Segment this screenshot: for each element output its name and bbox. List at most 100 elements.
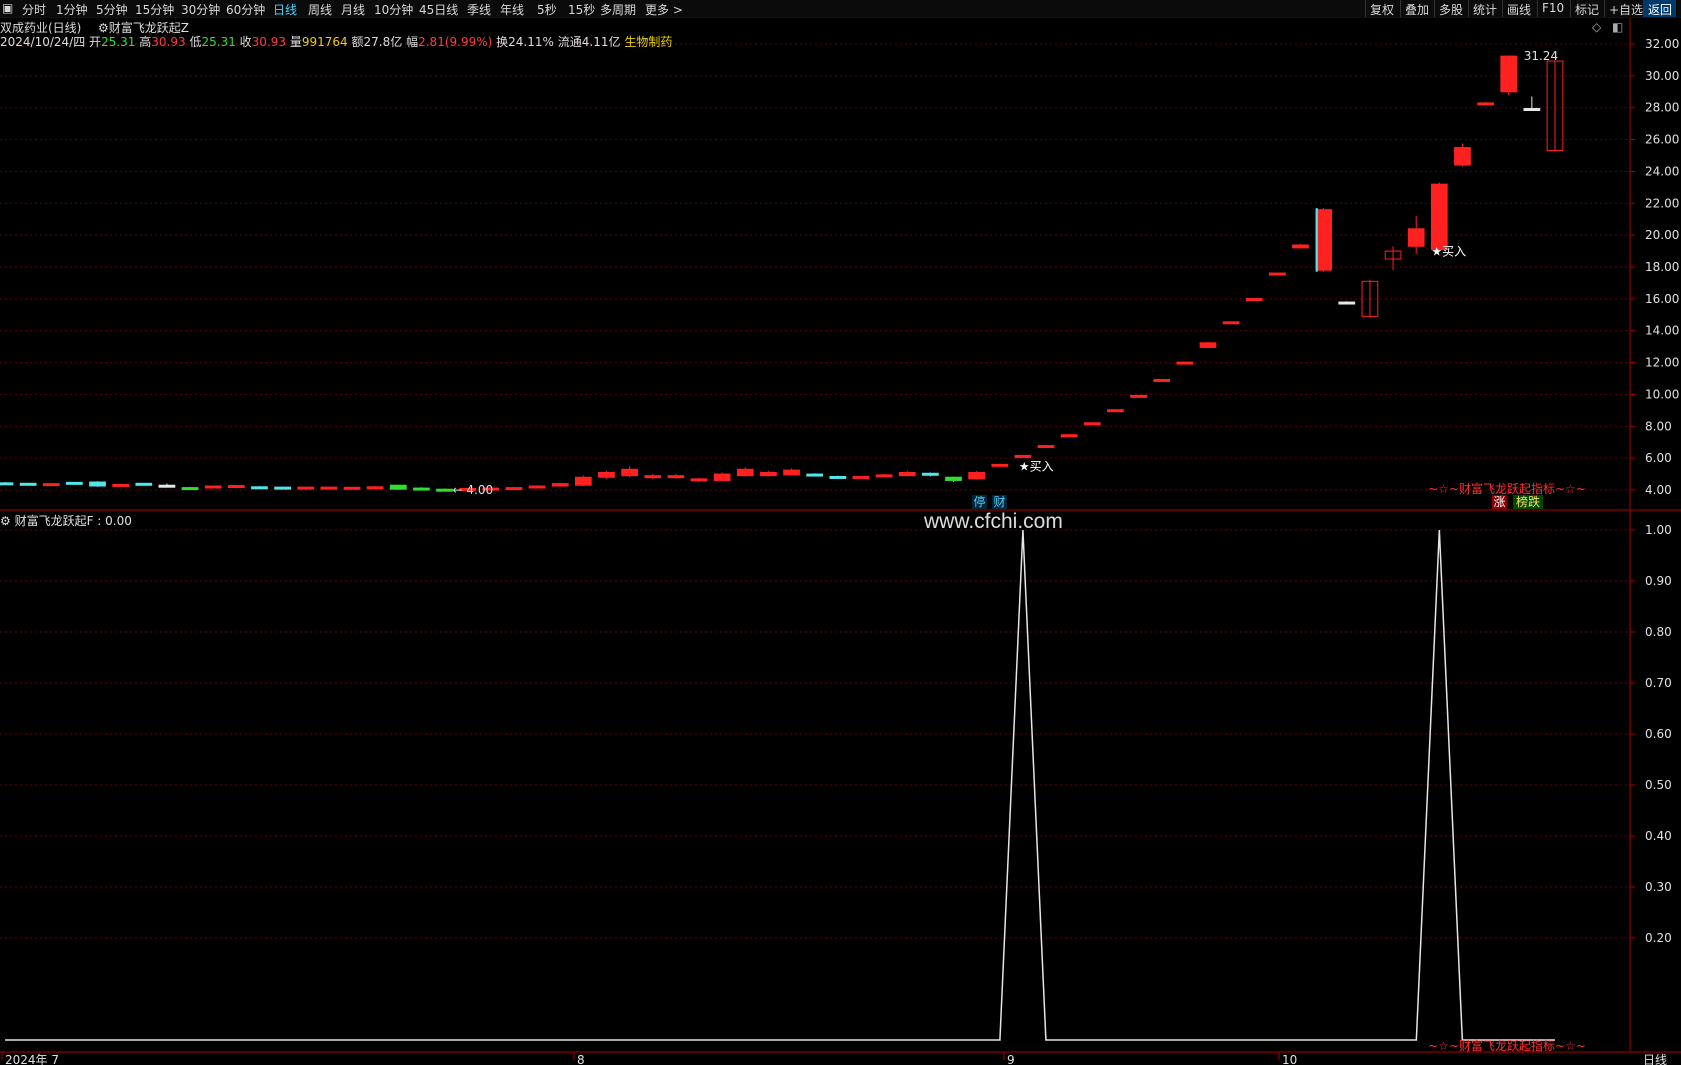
sub-tick-label: 0.80 bbox=[1645, 625, 1672, 639]
toolbar-button-4[interactable]: 画线 bbox=[1502, 0, 1535, 17]
sub-tick-label: 0.90 bbox=[1645, 574, 1672, 588]
close-value: 30.93 bbox=[251, 35, 287, 49]
candle-body bbox=[181, 487, 199, 491]
watermark: www.cfchi.com bbox=[924, 510, 1063, 533]
period-tab-6[interactable]: 日线 bbox=[273, 1, 297, 18]
candle-body bbox=[112, 483, 130, 487]
period-tab-5[interactable]: 60分钟 bbox=[226, 1, 265, 18]
buy-signal-label: ★买入 bbox=[1431, 244, 1466, 258]
period-tab-2[interactable]: 5分钟 bbox=[96, 1, 128, 18]
toolbar-button-7[interactable]: +自选 bbox=[1604, 0, 1647, 17]
candle-body bbox=[135, 482, 153, 486]
price-tick-label: 32.00 bbox=[1645, 37, 1679, 51]
price-tick-label: 24.00 bbox=[1645, 164, 1679, 178]
candle-body bbox=[1407, 228, 1425, 247]
candle-body bbox=[366, 486, 384, 490]
badge-cai: 财 bbox=[993, 495, 1005, 509]
open-value: 25.31 bbox=[101, 35, 136, 49]
high-value: 30.93 bbox=[151, 35, 186, 49]
panel-toggle-icon[interactable]: ◧ bbox=[1612, 20, 1623, 34]
period-label: 日线 bbox=[1643, 1053, 1667, 1065]
period-tab-8[interactable]: 月线 bbox=[341, 1, 365, 18]
candle-body bbox=[1523, 108, 1541, 112]
buy-signal-label: ★买入 bbox=[1019, 459, 1054, 473]
indicator-tag-sub: ~☆~财富飞龙跃起指标~☆~ bbox=[1428, 1038, 1586, 1053]
toolbar-button-1[interactable]: 叠加 bbox=[1400, 0, 1433, 17]
price-tick-label: 12.00 bbox=[1645, 356, 1679, 370]
price-tick-label: 16.00 bbox=[1645, 292, 1679, 306]
candle-body bbox=[1130, 394, 1147, 398]
candle-body bbox=[274, 486, 291, 490]
candle-body bbox=[1245, 298, 1263, 302]
candle-body bbox=[66, 481, 83, 485]
period-tab-15[interactable]: 多周期 bbox=[600, 1, 636, 18]
time-axis-label: 2024年 7 bbox=[5, 1053, 59, 1065]
candle-body bbox=[644, 475, 662, 479]
candle-body bbox=[436, 488, 453, 492]
high-price-marker: 31.24 bbox=[1524, 49, 1558, 63]
candle-body bbox=[19, 482, 37, 486]
candle-body bbox=[1315, 209, 1333, 271]
period-tab-14[interactable]: 15秒 bbox=[568, 1, 595, 18]
candle-body bbox=[204, 485, 222, 489]
candle-body bbox=[760, 471, 777, 477]
candle-body bbox=[1153, 378, 1171, 382]
period-tab-3[interactable]: 15分钟 bbox=[135, 1, 174, 18]
price-tick-label: 10.00 bbox=[1645, 387, 1679, 401]
period-tab-4[interactable]: 30分钟 bbox=[181, 1, 220, 18]
candle-body bbox=[991, 463, 1009, 467]
toolbar-button-0[interactable]: 复权 bbox=[1365, 0, 1398, 17]
time-axis-label: 9 bbox=[1007, 1053, 1015, 1065]
candle-body bbox=[320, 486, 338, 490]
window-menu-icon[interactable]: ▣ bbox=[2, 1, 13, 15]
toolbar-button-3[interactable]: 统计 bbox=[1468, 0, 1501, 17]
period-tab-0[interactable]: 分时 bbox=[22, 1, 46, 18]
chart-canvas[interactable]: 32.00 30.00 28.00 26.00 24.00 22.00 20.00 18.00… bbox=[0, 0, 1681, 1065]
period-tab-16[interactable]: 更多 > bbox=[645, 1, 683, 18]
indicator-tag-main: ~☆~财富飞龙跃起指标~☆~ bbox=[1428, 481, 1586, 496]
price-tick-label: 18.00 bbox=[1645, 260, 1679, 274]
toolbar-button-5[interactable]: F10 bbox=[1537, 0, 1568, 17]
float-value: 4.11亿 bbox=[581, 35, 621, 49]
low-price-marker: ← 4.00 bbox=[453, 483, 494, 497]
candle-body bbox=[713, 473, 731, 481]
candle-body bbox=[898, 471, 916, 477]
price-tick-label: 8.00 bbox=[1645, 419, 1672, 433]
period-toolbar: ▣ 分时 1分钟 5分钟 15分钟 30分钟 60分钟 日线 周线 月线 10分钟 45日线 季线 年线 5… bbox=[0, 0, 1681, 18]
toolbar-button-6[interactable]: 标记 bbox=[1570, 0, 1603, 17]
candle-body bbox=[1338, 301, 1356, 305]
sub-indicator-title[interactable]: ⚙ 财富飞龙跃起F : 0.00 bbox=[0, 512, 132, 529]
period-tab-13[interactable]: 5秒 bbox=[537, 1, 557, 18]
candle-body bbox=[251, 486, 268, 490]
candle-body bbox=[852, 475, 870, 479]
toolbar-button-8[interactable]: 返回 bbox=[1643, 0, 1677, 17]
volume-value: 991764 bbox=[301, 35, 348, 49]
gear-icon[interactable]: ⚙ bbox=[0, 514, 11, 528]
period-tab-9[interactable]: 10分钟 bbox=[374, 1, 413, 18]
candle-body bbox=[343, 486, 361, 490]
period-tab-7[interactable]: 周线 bbox=[308, 1, 332, 18]
sub-tick-label: 0.50 bbox=[1645, 778, 1672, 792]
candle-body bbox=[667, 475, 685, 479]
period-tab-10[interactable]: 45日线 bbox=[419, 1, 458, 18]
candle-body bbox=[1176, 361, 1194, 365]
price-tick-label: 26.00 bbox=[1645, 133, 1679, 147]
candle-body bbox=[0, 482, 14, 486]
candle-body bbox=[1107, 409, 1124, 413]
period-tab-11[interactable]: 季线 bbox=[467, 1, 491, 18]
price-tick-label: 22.00 bbox=[1645, 196, 1679, 210]
candle-body bbox=[1083, 422, 1101, 426]
candle-body bbox=[413, 487, 430, 491]
badge-zhang: 涨 bbox=[1493, 494, 1505, 509]
turnover-value: 24.11% bbox=[508, 35, 554, 49]
candle-body bbox=[42, 483, 60, 487]
candle-body bbox=[1292, 244, 1309, 249]
price-tick-label: 28.00 bbox=[1645, 101, 1679, 115]
toolbar-button-2[interactable]: 多股 bbox=[1434, 0, 1467, 17]
sub-tick-label: 0.20 bbox=[1645, 931, 1672, 945]
period-tab-12[interactable]: 年线 bbox=[500, 1, 524, 18]
period-tab-1[interactable]: 1分钟 bbox=[56, 1, 88, 18]
candle-body bbox=[945, 476, 962, 481]
diamond-icon[interactable]: ◇ bbox=[1592, 20, 1601, 34]
candle-body bbox=[1454, 147, 1471, 166]
